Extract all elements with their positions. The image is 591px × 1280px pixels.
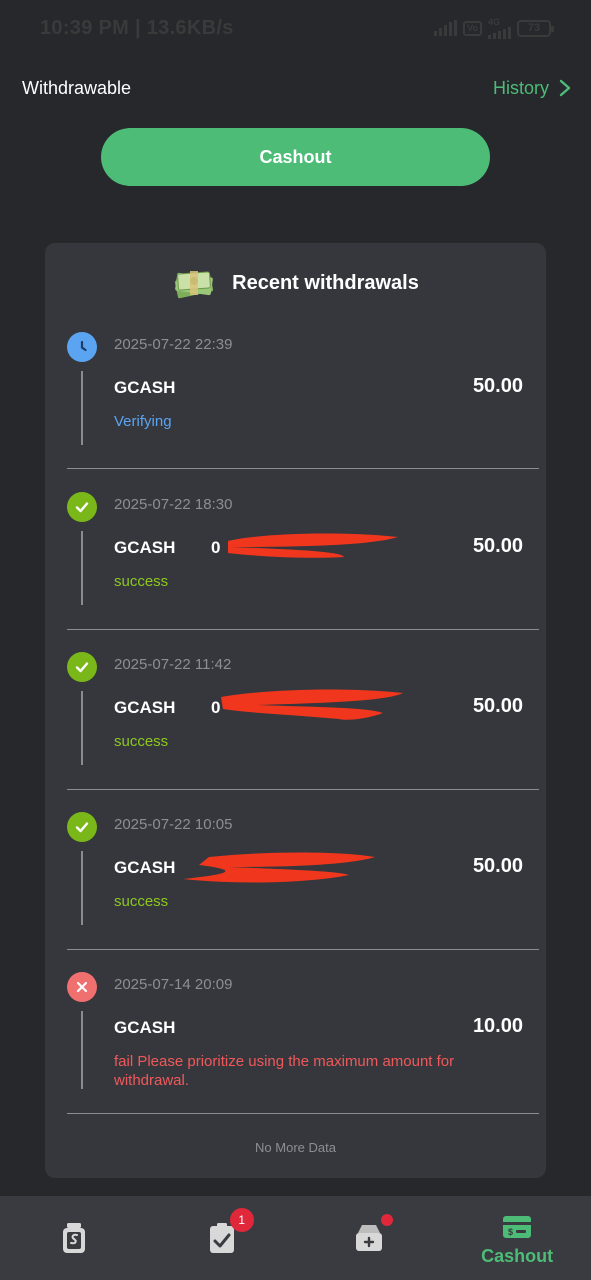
network-type: 4G: [488, 16, 501, 27]
volte-icon: Vo: [463, 20, 482, 36]
history-link[interactable]: History: [493, 78, 571, 99]
entry-method: GCASH: [114, 858, 176, 877]
entry-date: 2025-07-22 18:30: [114, 496, 233, 513]
nav-item-cashout[interactable]: $ Cashout: [443, 1196, 591, 1280]
inbox-add-icon: [356, 1225, 383, 1251]
check-icon: [67, 652, 97, 682]
entry-amount: 10.00: [472, 1015, 523, 1037]
status-time: 10:39 PM | 13.6KB/s: [40, 16, 234, 39]
check-icon: [67, 812, 97, 842]
withdrawal-entry[interactable]: 2025-07-22 10:05 GCASH 50.00 success: [67, 723, 539, 925]
withdrawal-entry[interactable]: 2025-07-22 22:39 GCASH 50.00 Verifying: [67, 243, 539, 445]
timeline-line: [81, 1011, 83, 1089]
entry-method: GCASH: [114, 378, 176, 397]
entry-method: GCASH: [114, 538, 176, 557]
redaction-mark: [221, 689, 403, 720]
wallet-jar-icon: [62, 1223, 85, 1253]
signal-icon-2: [488, 26, 511, 39]
divider: [67, 1113, 539, 1114]
history-label: History: [492, 77, 549, 98]
nav-item-inbox[interactable]: [296, 1196, 444, 1280]
status-bar: 10:39 PM | 13.6KB/s Vo 4G 73: [0, 0, 591, 56]
bottom-nav: 1 $ Cashout: [0, 1196, 591, 1280]
nav-item-tasks[interactable]: 1: [148, 1196, 296, 1280]
withdrawal-entry[interactable]: 2025-07-22 11:42 GCASH 0 50.00 success: [67, 563, 539, 765]
entry-method: GCASH: [114, 1018, 176, 1037]
task-badge: 1: [229, 1208, 254, 1232]
status-icons: Vo 4G 73: [434, 16, 554, 39]
no-more-data: No More Data: [255, 1140, 336, 1155]
entry-account: 0: [211, 538, 221, 557]
entry-date: 2025-07-22 11:42: [114, 656, 232, 673]
entry-status: fail Please prioritize using the maximum…: [114, 1053, 455, 1089]
entry-amount: 50.00: [472, 375, 523, 397]
entry-amount: 50.00: [472, 695, 523, 717]
close-icon: [67, 972, 97, 1002]
entry-date: 2025-07-22 22:39: [114, 336, 233, 353]
recent-withdrawals-card: Recent withdrawals 2025-07-22 22:39 GCAS…: [45, 243, 546, 1178]
chevron-right-icon: [559, 79, 571, 97]
entry-date: 2025-07-14 20:09: [114, 976, 233, 993]
cashout-card-icon: $: [503, 1215, 532, 1238]
notification-dot: [380, 1214, 393, 1226]
entry-amount: 50.00: [472, 535, 523, 557]
header: Withdrawable History: [22, 70, 571, 106]
cashout-button[interactable]: Cashout: [101, 128, 490, 186]
withdrawable-label: Withdrawable: [22, 77, 132, 98]
entry-date: 2025-07-22 10:05: [114, 816, 233, 833]
battery-level: 73: [527, 22, 541, 34]
redaction-mark: [228, 533, 398, 558]
battery-icon: 73: [517, 19, 554, 37]
svg-text:$: $: [508, 1227, 513, 1237]
check-icon: [67, 492, 97, 522]
nav-label-cashout: Cashout: [481, 1245, 554, 1266]
withdrawal-entry[interactable]: 2025-07-22 18:30 GCASH 0 50.00 success: [67, 403, 539, 605]
entry-amount: 50.00: [472, 855, 523, 877]
entry-method: GCASH: [114, 698, 176, 717]
nav-item-wallet[interactable]: [0, 1196, 148, 1280]
withdrawal-entry[interactable]: 2025-07-14 20:09 GCASH 10.00 fail Please…: [67, 883, 539, 1089]
clock-icon: [67, 332, 97, 362]
signal-icon: [434, 20, 458, 36]
